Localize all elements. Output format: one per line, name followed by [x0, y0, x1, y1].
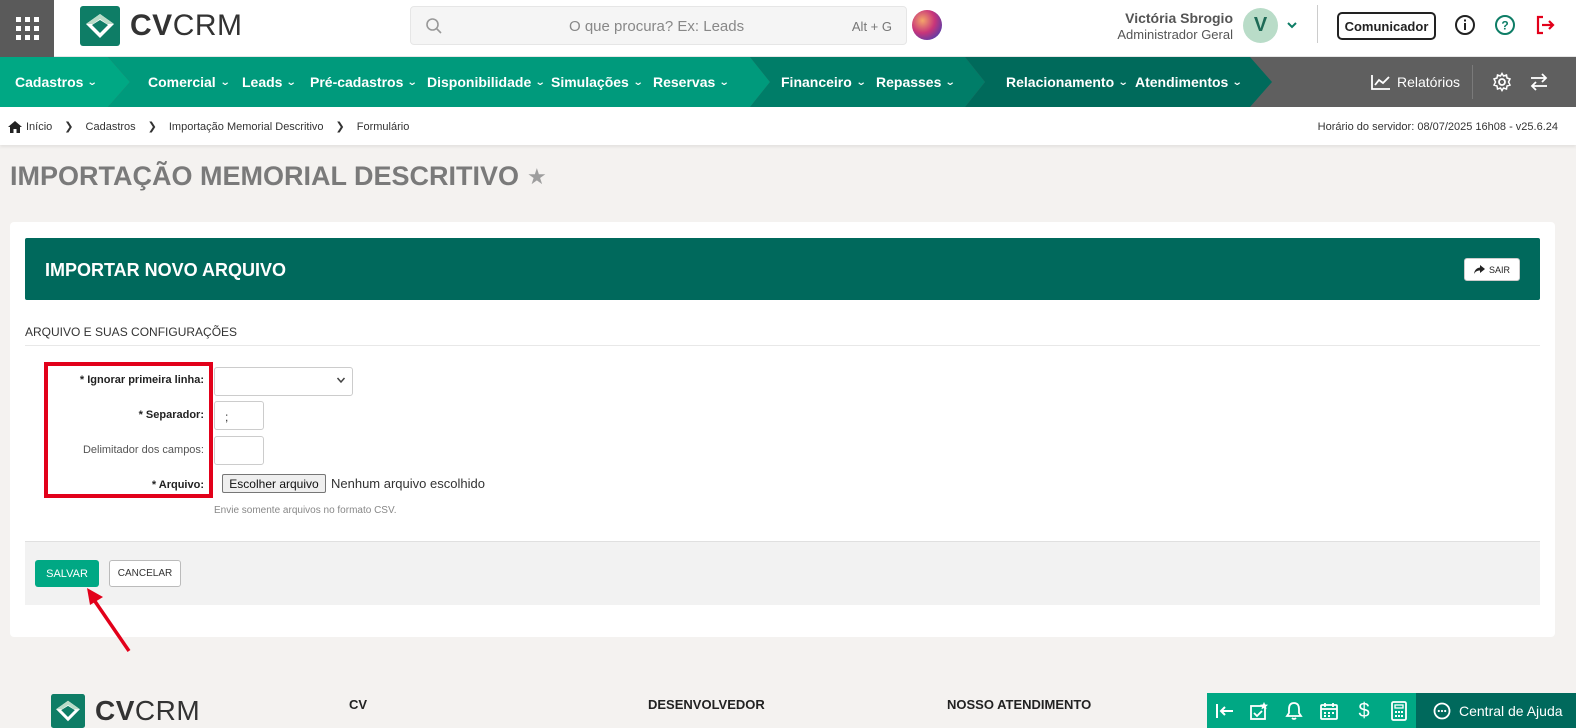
- delimitador-input[interactable]: [214, 436, 264, 465]
- divider: [1317, 5, 1318, 43]
- help-toolbar: $ Central de Ajuda: [1207, 693, 1576, 728]
- breadcrumb-bar: Início ❯ Cadastros ❯ Importação Memorial…: [0, 107, 1576, 145]
- section-label: ARQUIVO E SUAS CONFIGURAÇÕES: [25, 325, 238, 339]
- file-choose-button[interactable]: Escolher arquivo: [222, 474, 326, 493]
- collapse-left-icon[interactable]: [1215, 701, 1235, 721]
- footer-logo: CVCRM: [50, 694, 200, 728]
- cvcrm-logo-icon: [80, 6, 120, 46]
- help-icon[interactable]: ?: [1494, 14, 1516, 36]
- comunicador-button[interactable]: Comunicador: [1337, 12, 1436, 40]
- search-icon: [426, 18, 442, 34]
- logout-icon[interactable]: [1534, 14, 1556, 36]
- nav-relacionamento[interactable]: Relacionamento ⌄: [1006, 57, 1129, 107]
- cvcrm-logo[interactable]: CVCRM: [80, 6, 243, 46]
- panel-title: IMPORTAR NOVO ARQUIVO: [45, 260, 287, 280]
- nav-comercial[interactable]: Comercial ⌄: [148, 57, 230, 107]
- file-status: Nenhum arquivo escolhido: [331, 476, 485, 491]
- nav-disponibilidade[interactable]: Disponibilidade ⌄: [427, 57, 546, 107]
- file-hint: Envie somente arquivos no formato CSV.: [214, 505, 397, 516]
- nav-repasses[interactable]: Repasses ⌄: [876, 57, 956, 107]
- nav-cadastros[interactable]: Cadastros ⌄: [15, 57, 98, 107]
- chevron-right-icon: ❯: [64, 121, 74, 133]
- info-icon[interactable]: [1454, 14, 1476, 36]
- chevron-down-icon: [336, 377, 346, 384]
- nav-atendimentos[interactable]: Atendimentos ⌄: [1135, 57, 1243, 107]
- chevron-right-icon: ❯: [147, 121, 157, 133]
- ai-assistant-icon[interactable]: [912, 10, 942, 40]
- home-icon[interactable]: [8, 120, 22, 133]
- central-ajuda-label: Central de Ajuda: [1459, 702, 1563, 719]
- ignorar-select[interactable]: [214, 367, 353, 396]
- footer-col-desenvolvedor: DESENVOLVEDOR: [648, 697, 765, 712]
- server-time: Horário do servidor: 08/07/2025 16h08 - …: [1317, 121, 1558, 133]
- salvar-button[interactable]: SALVAR: [35, 560, 99, 587]
- footer-logo-text: CVCRM: [95, 695, 201, 726]
- nav-reservas[interactable]: Reservas ⌄: [653, 57, 730, 107]
- annotation-arrow-icon: [87, 588, 131, 652]
- nav-leads[interactable]: Leads ⌄: [242, 57, 297, 107]
- nav-relatorios[interactable]: Relatórios: [1371, 57, 1460, 107]
- user-name: Victória Sbrogio: [1125, 10, 1233, 26]
- footer-col-atendimento: NOSSO ATENDIMENTO: [947, 697, 1092, 712]
- star-icon[interactable]: ★: [527, 164, 547, 190]
- share-arrow-icon: [1473, 265, 1485, 274]
- gear-icon[interactable]: [1492, 57, 1512, 107]
- breadcrumb-inicio[interactable]: Início: [26, 121, 52, 133]
- breadcrumb-importacao[interactable]: Importação Memorial Descritivo: [169, 121, 324, 133]
- breadcrumb-formulario: Formulário: [356, 120, 410, 133]
- switch-icon[interactable]: [1529, 57, 1549, 107]
- user-info[interactable]: Victória Sbrogio Administrador Geral: [1117, 10, 1233, 42]
- bell-icon[interactable]: [1284, 701, 1304, 721]
- calculator-icon[interactable]: [1389, 701, 1409, 721]
- footer-col-cv: CV: [349, 697, 368, 712]
- user-role: Administrador Geral: [1117, 27, 1233, 42]
- dollar-icon[interactable]: $: [1354, 700, 1374, 722]
- nav-financeiro[interactable]: Financeiro ⌄: [781, 57, 866, 107]
- highlight-box: [44, 362, 213, 498]
- section-divider: [25, 345, 1540, 346]
- avatar[interactable]: V: [1243, 8, 1278, 43]
- search-shortcut: Alt + G: [851, 19, 892, 34]
- chevron-down-icon[interactable]: [1286, 19, 1298, 31]
- sair-button[interactable]: SAIR: [1464, 258, 1520, 281]
- cancelar-button[interactable]: CANCELAR: [109, 560, 181, 587]
- chart-line-icon: [1371, 75, 1390, 90]
- page-title-text: IMPORTAÇÃO MEMORIAL DESCRITIVO: [10, 161, 520, 191]
- main-nav: Cadastros ⌄ Comercial ⌄ Leads ⌄ Pré-cadastr…: [0, 57, 1576, 107]
- search-placeholder: O que procura? Ex: Leads: [569, 18, 745, 35]
- calendar-star-icon[interactable]: [1249, 701, 1269, 721]
- panel-header: IMPORTAR NOVO ARQUIVO SAIR: [25, 238, 1540, 300]
- nav-pre-cadastros[interactable]: Pré-cadastros ⌄: [310, 57, 418, 107]
- breadcrumb-cadastros[interactable]: Cadastros: [86, 121, 136, 133]
- central-ajuda-button[interactable]: Central de Ajuda: [1416, 693, 1576, 728]
- nav-simulacoes[interactable]: Simulações ⌄: [551, 57, 643, 107]
- nav-divider: [1472, 65, 1473, 99]
- logo-text: CVCRM: [130, 9, 243, 42]
- sair-label: SAIR: [1488, 264, 1510, 275]
- chevron-right-icon: ❯: [335, 121, 345, 133]
- calendar-icon[interactable]: [1319, 701, 1339, 721]
- svg-text:?: ?: [1501, 19, 1508, 33]
- separador-input[interactable]: ;: [214, 401, 264, 430]
- import-panel: IMPORTAR NOVO ARQUIVO SAIR ARQUIVO E SUA…: [10, 222, 1555, 637]
- search-input[interactable]: O que procura? Ex: Leads Alt + G: [410, 6, 907, 45]
- page-title: IMPORTAÇÃO MEMORIAL DESCRITIVO ★: [10, 161, 547, 192]
- chat-bubble-icon: [1433, 702, 1451, 719]
- form-actions: SALVAR CANCELAR: [25, 541, 1540, 605]
- breadcrumb: Início ❯ Cadastros ❯ Importação Memorial…: [8, 120, 409, 133]
- apps-grid-icon[interactable]: [0, 0, 54, 57]
- cvcrm-logo-icon: [51, 694, 85, 728]
- top-header: CVCRM O que procura? Ex: Leads Alt + G V…: [0, 0, 1576, 57]
